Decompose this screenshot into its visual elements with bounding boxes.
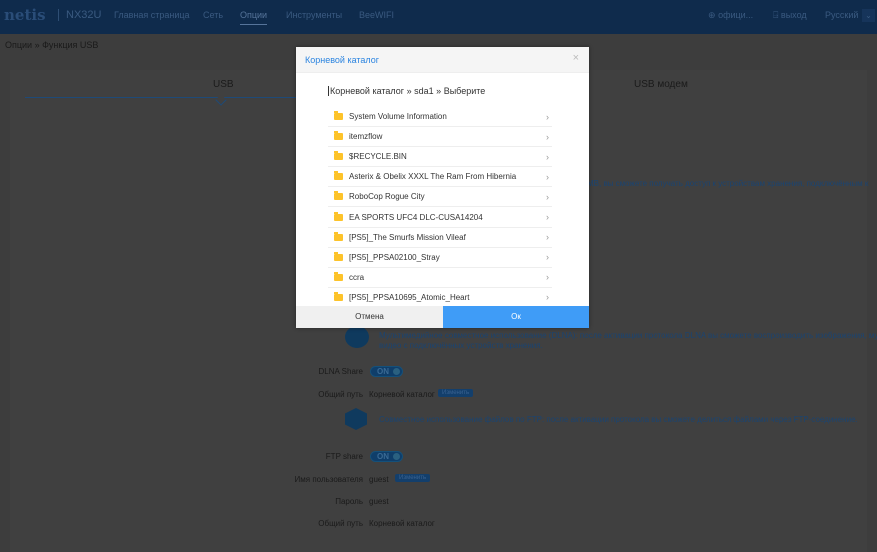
folder-icon	[334, 131, 343, 141]
folder-item[interactable]: System Volume Information ›	[328, 107, 552, 128]
chevron-down-icon[interactable]: ⌄	[862, 9, 875, 22]
folder-icon	[334, 291, 343, 301]
cancel-button[interactable]: Отмена	[296, 306, 443, 328]
chevron-right-icon: ›	[546, 131, 549, 142]
logout-label: выход	[780, 10, 807, 20]
folder-item[interactable]: ccra ›	[328, 268, 552, 288]
folder-item[interactable]: itemzflow ›	[328, 127, 552, 148]
tab-usb-modem[interactable]: USB модем	[634, 79, 688, 90]
folder-name: Asterix & Obelix XXXL The Ram From Hiber…	[349, 172, 517, 182]
folder-name: ccra	[349, 272, 365, 282]
folder-list[interactable]: System Volume Information › itemzflow › $REC…	[328, 107, 552, 304]
ok-button[interactable]: Ок	[443, 306, 589, 328]
folder-name: [PS5]_PPSA10695_Atomic_Heart	[349, 292, 470, 302]
ftp-path-label: Общий путь	[318, 519, 363, 528]
nav-network[interactable]: Сеть	[203, 10, 223, 20]
folder-item[interactable]: RoboCop Rogue City ›	[328, 187, 552, 208]
folder-item[interactable]: [PS5]_PPSA10695_Atomic_Heart ›	[328, 288, 552, 304]
dlna-path-change-button[interactable]: Изменить	[438, 389, 474, 397]
dlna-share-label: DLNA Share	[318, 367, 363, 376]
dlna-icon	[345, 326, 369, 348]
dialog-breadcrumb: Корневой каталог » sda1 » Выберите	[328, 86, 485, 96]
crumb-sep: »	[406, 86, 412, 96]
chevron-right-icon: ›	[546, 151, 549, 162]
folder-name: itemzflow	[349, 132, 383, 142]
dlna-share-toggle[interactable]: ON	[370, 366, 403, 377]
folder-icon	[334, 111, 343, 121]
folder-name: [PS5]_PPSA02100_Stray	[349, 252, 440, 262]
crumb-sep: »	[436, 86, 442, 96]
logout-icon: ⍈	[773, 10, 779, 20]
tab-usb[interactable]: USB	[213, 79, 234, 90]
username-change-button[interactable]: Изменить	[395, 474, 431, 482]
chevron-right-icon: ›	[546, 292, 549, 303]
chevron-right-icon: ›	[546, 272, 549, 283]
password-value: guest	[369, 497, 389, 506]
folder-name: $RECYCLE.BIN	[349, 152, 407, 162]
folder-icon	[334, 271, 343, 281]
site-link[interactable]: ⊕ офици...	[708, 10, 753, 21]
folder-item[interactable]: [PS5]_The Smurfs Mission Vileaf ›	[328, 228, 552, 248]
folder-icon	[334, 191, 343, 201]
dialog-title: Корневой каталог	[305, 55, 380, 65]
folder-item[interactable]: Asterix & Obelix XXXL The Ram From Hiber…	[328, 167, 552, 188]
chevron-right-icon: ›	[546, 212, 549, 223]
chevron-right-icon: ›	[546, 252, 549, 263]
language-select[interactable]: Русский	[825, 10, 858, 20]
folder-icon	[334, 151, 343, 161]
folder-item[interactable]: $RECYCLE.BIN ›	[328, 147, 552, 168]
ftp-share-label: FTP share	[325, 452, 363, 461]
nav-beewifi[interactable]: BeeWIFI	[359, 10, 394, 20]
globe-icon: ⊕	[708, 10, 716, 20]
dlna-description-line2: видео с подключённых устройств хранения.	[379, 341, 543, 350]
folder-name: [PS5]_The Smurfs Mission Vileaf	[349, 232, 466, 242]
folder-icon	[334, 211, 343, 221]
logout-link[interactable]: ⍈ выход	[773, 10, 807, 21]
chevron-right-icon: ›	[546, 232, 549, 243]
chevron-right-icon: ›	[546, 111, 549, 122]
folder-name: System Volume Information	[349, 112, 447, 122]
smb-description: МВ, вы сможете получать доступ к устройс…	[587, 179, 869, 188]
folder-name: EA SPORTS UFC4 DLC-CUSA14204	[349, 212, 483, 222]
nav-options[interactable]: Опции	[240, 10, 268, 25]
nav-tools[interactable]: Инструменты	[286, 10, 342, 20]
folder-name: RoboCop Rogue City	[349, 192, 425, 202]
top-header: netis NX32U Главная страница Сеть Опции …	[0, 0, 877, 34]
folder-icon	[334, 231, 343, 241]
close-icon[interactable]: ×	[573, 52, 579, 64]
model-name: NX32U	[58, 9, 101, 21]
folder-item[interactable]: EA SPORTS UFC4 DLC-CUSA14204 ›	[328, 207, 552, 228]
chevron-right-icon: ›	[546, 171, 549, 182]
folder-picker-dialog: Корневой каталог × Корневой каталог » sd…	[296, 47, 589, 328]
breadcrumb: Опции » Функция USB	[5, 40, 99, 50]
nav-home[interactable]: Главная страница	[114, 10, 190, 20]
site-label: офици...	[718, 10, 754, 20]
folder-item[interactable]: [PS5]_PPSA02100_Stray ›	[328, 248, 552, 268]
crumb-sda1[interactable]: sda1	[414, 86, 434, 96]
dialog-header: Корневой каталог ×	[296, 47, 589, 73]
dlna-description-line1: Мультимедийное совместное использование …	[379, 331, 877, 340]
folder-icon	[334, 171, 343, 181]
username-label: Имя пользователя	[294, 475, 363, 484]
crumb-select: Выберите	[443, 86, 486, 96]
password-label: Пароль	[335, 497, 363, 506]
username-value: guest	[369, 475, 389, 484]
dlna-path-value: Корневой каталог	[369, 390, 435, 399]
folder-icon	[334, 251, 343, 261]
ftp-share-toggle[interactable]: ON	[370, 451, 403, 462]
ftp-path-value: Корневой каталог	[369, 519, 435, 528]
ftp-description: Совместное использование файлов по FTP: …	[379, 415, 858, 424]
crumb-root[interactable]: Корневой каталог	[328, 86, 405, 96]
chevron-right-icon: ›	[546, 191, 549, 202]
netis-logo: netis	[4, 6, 46, 24]
dlna-path-label: Общий путь	[318, 390, 363, 399]
